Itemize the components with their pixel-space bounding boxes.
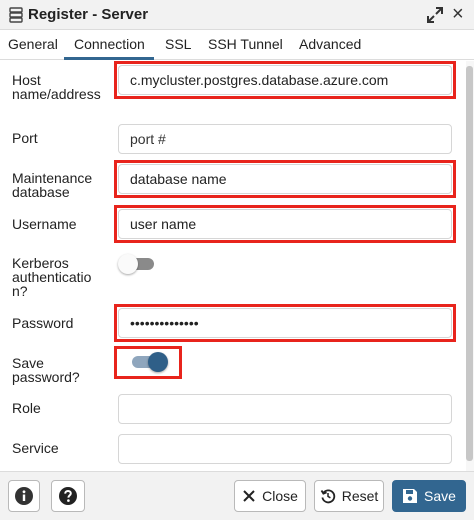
username-highlight	[114, 205, 456, 243]
dialog-title: Register - Server	[28, 6, 149, 23]
dialog-titlebar: Register - Server ×	[0, 0, 474, 30]
reset-icon	[320, 489, 335, 504]
save-button[interactable]: Save	[392, 480, 466, 512]
service-label: Service	[12, 440, 59, 456]
close-button-label: Close	[262, 488, 298, 504]
password-label: Password	[12, 315, 74, 331]
maintenance-db-highlight	[114, 160, 456, 198]
port-label: Port	[12, 130, 38, 146]
reset-button-label: Reset	[341, 488, 379, 504]
tab-bar: General Connection SSL SSH Tunnel Advanc…	[0, 30, 474, 60]
floppy-disk-icon	[403, 489, 418, 503]
tab-connection[interactable]: Connection	[74, 36, 145, 52]
save-password-label: Save password?	[12, 355, 80, 385]
x-icon	[243, 490, 255, 502]
role-input[interactable]	[118, 394, 452, 424]
tab-general[interactable]: General	[8, 36, 58, 52]
port-input[interactable]	[118, 124, 452, 154]
close-icon[interactable]: ×	[452, 3, 464, 25]
close-button[interactable]: Close	[234, 480, 306, 512]
password-highlight	[114, 304, 456, 342]
toggle-knob	[118, 254, 138, 274]
server-stack-icon	[9, 7, 23, 23]
service-input[interactable]	[118, 434, 452, 464]
maintenance-db-label: Maintenance database	[12, 170, 93, 200]
save-password-highlight	[114, 346, 182, 379]
role-label: Role	[12, 400, 41, 416]
tab-ssl[interactable]: SSL	[165, 36, 191, 52]
username-label: Username	[12, 216, 77, 232]
kerberos-toggle[interactable]	[118, 254, 158, 274]
reset-button[interactable]: Reset	[314, 480, 384, 512]
info-icon	[15, 487, 33, 505]
tab-ssh-tunnel[interactable]: SSH Tunnel	[208, 36, 283, 52]
kerberos-label: Kerberos authenticatio n?	[12, 255, 92, 299]
active-tab-indicator	[64, 57, 154, 60]
help-icon	[59, 487, 77, 505]
info-button[interactable]	[8, 480, 40, 512]
save-button-label: Save	[424, 488, 456, 504]
expand-icon[interactable]	[426, 6, 444, 24]
host-highlight	[114, 61, 456, 99]
tab-advanced[interactable]: Advanced	[299, 36, 361, 52]
help-button[interactable]	[51, 480, 85, 512]
scrollbar-thumb[interactable]	[466, 66, 473, 461]
host-label: Host name/address	[12, 72, 101, 102]
